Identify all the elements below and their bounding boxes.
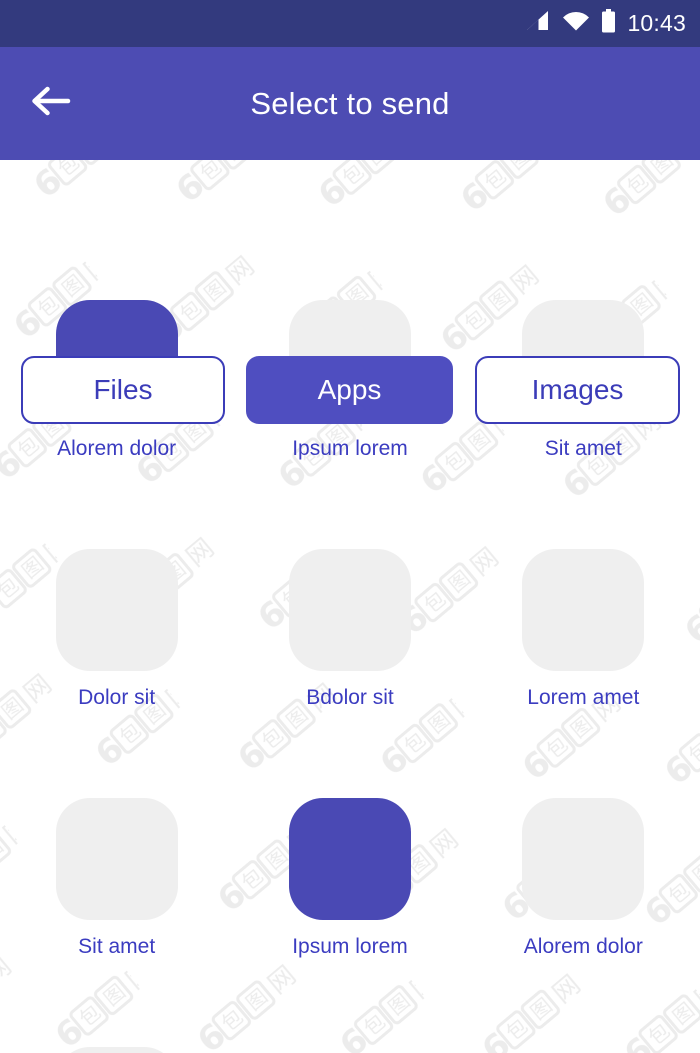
app-icon-tile <box>522 798 645 921</box>
battery-icon <box>601 9 616 38</box>
app-item[interactable]: Alorem dolor <box>467 798 700 958</box>
app-bar: Select to send <box>0 47 700 160</box>
tab-bar: Files Apps Images <box>0 160 700 424</box>
app-icon-tile <box>522 549 645 672</box>
app-icon-tile <box>55 549 178 672</box>
app-label: Ipsum lorem <box>292 935 408 959</box>
mobile-screen: 10:43 Select to send Files Apps Images 6… <box>0 0 700 1053</box>
app-item[interactable] <box>0 1047 233 1053</box>
app-item[interactable]: Bdolor sit <box>233 549 466 709</box>
page-title: Select to send <box>250 85 450 121</box>
wifi-icon <box>562 10 590 37</box>
status-bar: 10:43 <box>0 0 700 47</box>
app-item[interactable]: Ipsum lorem <box>233 798 466 958</box>
app-label: Sit amet <box>544 437 622 460</box>
app-label: Alorem dolor <box>523 935 643 959</box>
app-label: Bdolor sit <box>306 686 394 710</box>
back-arrow-icon <box>31 85 75 122</box>
tab-apps[interactable]: Apps <box>246 356 453 424</box>
app-label: Lorem amet <box>527 686 640 710</box>
app-item[interactable]: Sit amet <box>0 798 233 958</box>
app-item[interactable]: Dolor sit <box>0 549 233 709</box>
app-label: Alorem dolor <box>57 437 177 460</box>
back-button[interactable] <box>22 73 84 135</box>
app-label: Dolor sit <box>78 686 156 710</box>
tab-files[interactable]: Files <box>21 356 225 424</box>
status-clock: 10:43 <box>627 9 686 36</box>
app-label: Ipsum lorem <box>292 437 408 460</box>
app-icon-tile <box>55 1047 178 1053</box>
app-item[interactable]: Lorem amet <box>467 549 700 709</box>
app-label: Sit amet <box>78 935 156 959</box>
signal-icon <box>525 10 551 37</box>
tab-images[interactable]: Images <box>475 356 680 424</box>
app-icon-tile <box>288 549 411 672</box>
app-icon-tile <box>288 798 411 921</box>
app-icon-tile <box>55 798 178 921</box>
